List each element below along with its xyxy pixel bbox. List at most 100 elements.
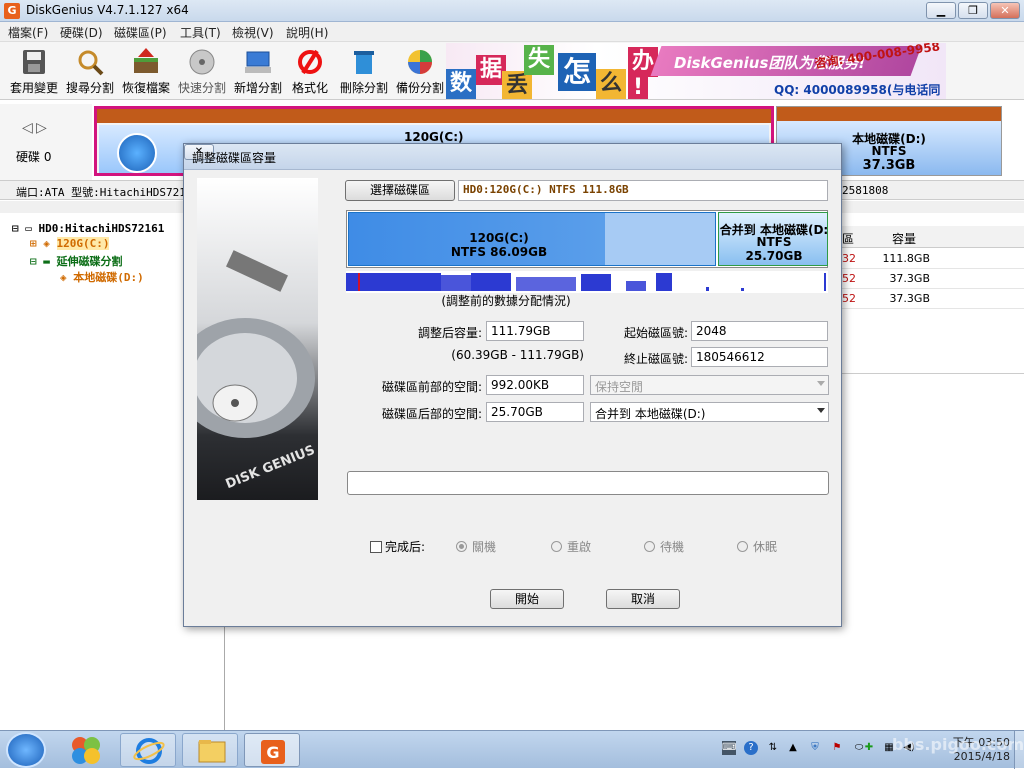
arrows-icon[interactable]: ⇅ xyxy=(766,741,780,755)
maximize-button[interactable]: ❐ xyxy=(958,2,988,19)
toolbar-label: 新增分割 xyxy=(233,81,282,95)
toolbar-backup-button[interactable]: 備份分割 xyxy=(392,46,448,98)
table-header-size: 容量 xyxy=(892,232,917,246)
app-icon: G xyxy=(4,3,20,19)
table-cell: 37.3GB xyxy=(889,272,930,285)
radio-hibernate[interactable]: 休眠 xyxy=(737,538,777,555)
delete-icon xyxy=(349,48,379,76)
taskbar: G ⌨ ? ⇅ ▲ ⛨ ⚑ ⬭ ✚ ▦ ◀) 下午 03:50 2015/4/1… xyxy=(0,730,1024,769)
taskbar-ie-icon[interactable] xyxy=(120,733,176,767)
show-desktop-button[interactable] xyxy=(1014,731,1024,769)
disk-genius-image: DISK GENIUS xyxy=(197,178,318,500)
tree-disk-node[interactable]: ⊟ ▭ HD0:HitachiHDS72161 xyxy=(12,222,164,235)
new-size-input[interactable]: 111.79GB xyxy=(486,321,584,341)
new-size-label: 調整后容量: xyxy=(417,326,482,340)
banner-tile: 数 xyxy=(446,69,476,99)
banner-tile: 失 xyxy=(524,45,554,75)
table-header-col1: 區 xyxy=(842,232,855,246)
toolbar-search-button[interactable]: 搜尋分割 xyxy=(62,46,118,98)
menu-view[interactable]: 檢視(V) xyxy=(232,24,274,41)
dialog-title-bar: 調整磁碟區容量 ✕ xyxy=(184,144,841,170)
tree-extended-node[interactable]: ⊟ ▬ 延伸磁碟分割 xyxy=(30,253,123,269)
toolbar-quick-partition-button[interactable]: 快速分割 xyxy=(174,46,230,98)
banner-tile: 么 xyxy=(596,69,626,99)
end-sector-input[interactable]: 180546612 xyxy=(691,347,828,367)
help-icon[interactable]: ? xyxy=(744,741,758,755)
taskbar-explorer-icon[interactable] xyxy=(182,733,238,767)
menu-partition[interactable]: 磁碟區(P) xyxy=(114,24,167,41)
radio-shutdown[interactable]: 關機 xyxy=(456,538,496,555)
toolbar-recover-button[interactable]: 恢復檔案 xyxy=(118,46,174,98)
after-space-action-select[interactable]: 合并到 本地磁碟(D:) xyxy=(590,402,829,422)
after-space-label: 磁碟區后部的空間: xyxy=(381,407,482,421)
radio-restart[interactable]: 重啟 xyxy=(551,538,591,555)
save-icon xyxy=(19,48,49,76)
flag-icon[interactable]: ⚑ xyxy=(830,741,844,755)
keyboard-icon[interactable]: ⌨ xyxy=(722,741,736,755)
plus-icon[interactable]: ✚ xyxy=(862,741,876,755)
table-row[interactable]: 52 37.3GB xyxy=(838,289,1024,309)
minimize-button[interactable]: ▁ xyxy=(926,2,956,19)
toolbar-label: 快速分割 xyxy=(177,81,226,95)
tree-c-node[interactable]: ⊞ ◈ 120G(C:) xyxy=(30,237,110,250)
partition-bar-c[interactable]: 120G(C:) NTFS 86.09GB xyxy=(348,212,716,266)
toolbar-label: 刪除分割 xyxy=(339,81,388,95)
menu-disk[interactable]: 硬碟(D) xyxy=(60,24,103,41)
resize-partition-dialog: 調整磁碟區容量 ✕ DISK GENIUS 選擇磁碟區 HD0:120G(C:)… xyxy=(183,143,842,627)
disk-info-value: 2581808 xyxy=(842,184,889,197)
ad-banner[interactable]: 数 据 丢 失 怎 么 办 ! DiskGenius团队为您服务! 咨询: 40… xyxy=(446,43,946,99)
taskbar-diskgenius-icon[interactable]: G xyxy=(244,733,300,767)
partition-bar-d[interactable]: 合并到 本地磁碟(D: NTFS 25.70GB xyxy=(718,212,828,266)
selected-partition-display: HD0:120G(C:) NTFS 111.8GB xyxy=(458,180,828,201)
on-complete-checkbox[interactable]: 完成后: xyxy=(370,538,425,555)
next-disk-icon[interactable]: ▷ xyxy=(36,120,47,136)
toolbar-format-button[interactable]: 格式化 xyxy=(282,46,338,98)
svg-text:G: G xyxy=(266,743,279,762)
radio-standby[interactable]: 待機 xyxy=(644,538,684,555)
table-cell: 111.8GB xyxy=(882,252,930,265)
show-hidden-icons[interactable]: ▲ xyxy=(786,741,800,755)
tree-c-label: 120G(C:) xyxy=(56,237,110,250)
toolbar-delete-button[interactable]: 刪除分割 xyxy=(336,46,392,98)
menu-help[interactable]: 說明(H) xyxy=(286,24,328,41)
toolbar-new-partition-button[interactable]: 新增分割 xyxy=(230,46,286,98)
partition-bar: 120G(C:) NTFS 86.09GB 合并到 本地磁碟(D: NTFS 2… xyxy=(346,210,828,268)
partition-d-header xyxy=(777,107,1001,121)
prev-disk-icon[interactable]: ◁ xyxy=(22,120,33,136)
table-cell: 37.3GB xyxy=(889,292,930,305)
tree-extended-label: 延伸磁碟分割 xyxy=(56,255,123,268)
bar-d-size: 25.70GB xyxy=(745,249,803,263)
before-space-action-select[interactable]: 保持空閒 xyxy=(590,375,829,395)
table-row[interactable]: 52 37.3GB xyxy=(838,269,1024,289)
toolbar-apply-button[interactable]: 套用變更 xyxy=(6,46,62,98)
before-space-action-value: 保持空閒 xyxy=(595,380,644,394)
menu-tools[interactable]: 工具(T) xyxy=(180,24,221,41)
progress-bar xyxy=(347,471,829,495)
watermark-text: bbs.pigoo.com xyxy=(892,735,1024,754)
divider xyxy=(838,373,1024,374)
radio-standby-label: 待機 xyxy=(660,540,685,554)
taskbar-media-icon[interactable] xyxy=(58,733,114,767)
window-title: DiskGenius V4.7.1.127 x64 xyxy=(26,3,189,17)
table-cell: 52 xyxy=(842,292,856,305)
radio-hibernate-label: 休眠 xyxy=(753,540,778,554)
start-button[interactable]: 開始 xyxy=(490,589,564,609)
shield-icon[interactable]: ⛨ xyxy=(808,741,822,755)
toolbar-label: 備份分割 xyxy=(395,81,444,95)
table-row[interactable]: 32 111.8GB xyxy=(838,249,1024,269)
menu-file[interactable]: 檔案(F) xyxy=(8,24,48,41)
banner-tile: 丢 xyxy=(502,71,532,99)
tree-d-node[interactable]: ◈ 本地磁碟(D:) xyxy=(60,269,144,285)
dialog-title: 調整磁碟區容量 xyxy=(192,151,277,165)
start-sector-input[interactable]: 2048 xyxy=(691,321,828,341)
start-button[interactable] xyxy=(6,732,46,768)
select-partition-button[interactable]: 選擇磁碟區 xyxy=(345,180,455,201)
before-space-input[interactable]: 992.00KB xyxy=(486,375,584,395)
size-range-hint: (60.39GB - 111.79GB) xyxy=(451,348,584,362)
after-space-input[interactable]: 25.70GB xyxy=(486,402,584,422)
cancel-button[interactable]: 取消 xyxy=(606,589,680,609)
table-cell: 32 xyxy=(842,252,856,265)
partition-c-header xyxy=(97,109,771,123)
close-button[interactable]: ✕ xyxy=(990,2,1020,19)
radio-restart-label: 重啟 xyxy=(567,540,592,554)
